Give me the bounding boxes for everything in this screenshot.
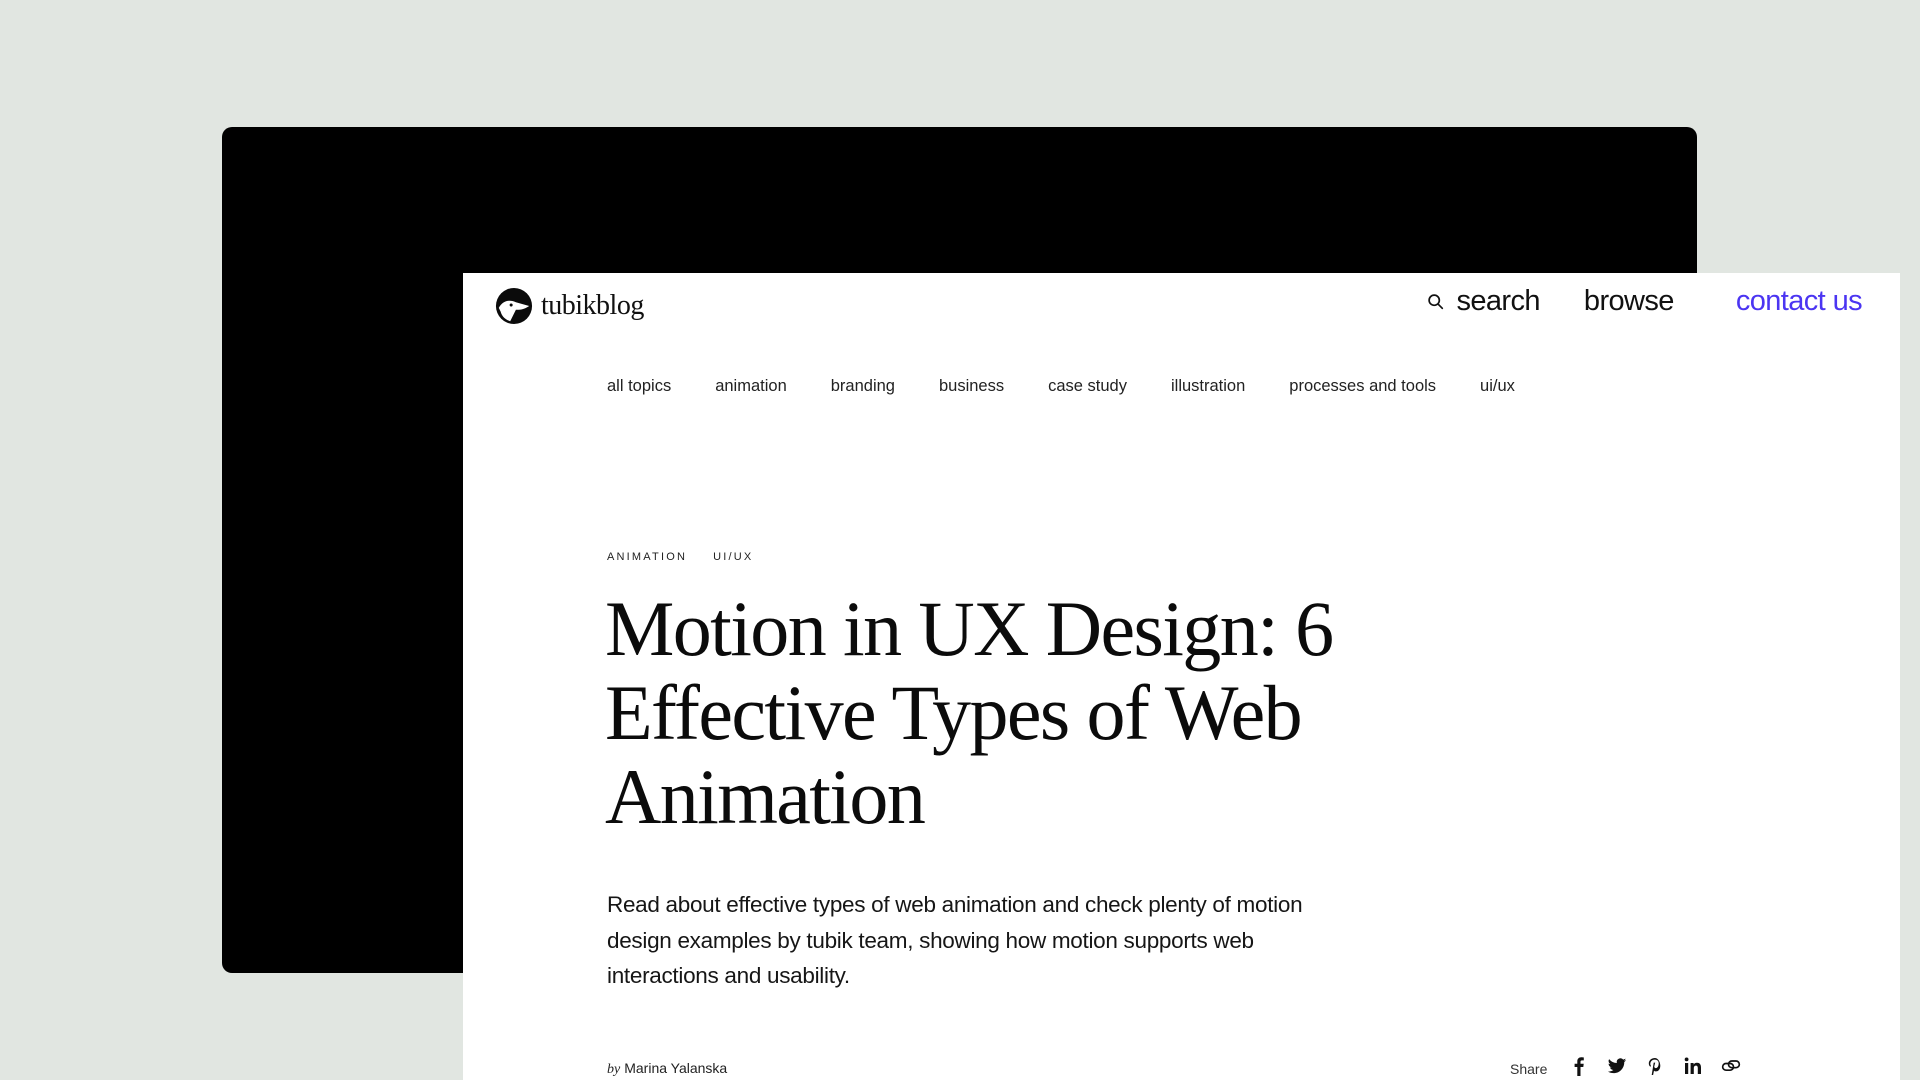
article-tags: ANIMATION UI/UX bbox=[607, 551, 779, 563]
top-navigation: search browse contact us bbox=[1427, 285, 1863, 318]
category-illustration[interactable]: illustration bbox=[1171, 377, 1245, 396]
search-icon bbox=[1428, 294, 1444, 310]
category-business[interactable]: business bbox=[939, 377, 1004, 396]
search-link[interactable]: search bbox=[1427, 285, 1541, 318]
share-twitter-button[interactable] bbox=[1607, 1056, 1627, 1076]
browse-link[interactable]: browse bbox=[1584, 285, 1674, 318]
tag-ui-ux[interactable]: UI/UX bbox=[713, 551, 753, 563]
pinterest-icon bbox=[1649, 1058, 1661, 1075]
article-title: Motion in UX Design: 6 Effective Types o… bbox=[605, 585, 1334, 840]
monitor-screen: tubikblog search browse contact us all t… bbox=[463, 273, 1900, 1080]
author-link[interactable]: Marina Yalanska bbox=[624, 1060, 727, 1076]
byline-prefix: by bbox=[607, 1062, 621, 1077]
facebook-icon bbox=[1574, 1057, 1585, 1076]
share-bar: Share bbox=[1510, 1055, 1759, 1077]
category-animation[interactable]: animation bbox=[715, 377, 787, 396]
category-navigation: all topics animation branding business c… bbox=[607, 377, 1559, 396]
category-case-study[interactable]: case study bbox=[1048, 377, 1127, 396]
logo-bird-icon bbox=[495, 287, 533, 325]
tag-animation[interactable]: ANIMATION bbox=[607, 551, 687, 563]
monitor-bezel: tubikblog search browse contact us all t… bbox=[222, 127, 1900, 1080]
share-label: Share bbox=[1510, 1061, 1548, 1077]
logo-text: tubikblog bbox=[541, 290, 644, 321]
category-processes-and-tools[interactable]: processes and tools bbox=[1289, 377, 1436, 396]
site-logo[interactable]: tubikblog bbox=[495, 287, 644, 325]
category-branding[interactable]: branding bbox=[831, 377, 895, 396]
share-facebook-button[interactable] bbox=[1569, 1056, 1589, 1076]
article-byline: by Marina Yalanska bbox=[607, 1060, 727, 1078]
article-lede: Read about effective types of web animat… bbox=[607, 892, 1303, 988]
share-pinterest-button[interactable] bbox=[1645, 1056, 1665, 1076]
link-icon bbox=[1722, 1060, 1741, 1072]
contact-us-link[interactable]: contact us bbox=[1736, 285, 1863, 318]
category-all-topics[interactable]: all topics bbox=[607, 377, 671, 396]
linkedin-icon bbox=[1685, 1057, 1702, 1074]
category-ui-ux[interactable]: ui/ux bbox=[1480, 377, 1515, 396]
share-linkedin-button[interactable] bbox=[1683, 1056, 1703, 1076]
twitter-icon bbox=[1608, 1058, 1627, 1074]
share-copy-link-button[interactable] bbox=[1721, 1056, 1741, 1076]
search-label: search bbox=[1456, 285, 1540, 317]
